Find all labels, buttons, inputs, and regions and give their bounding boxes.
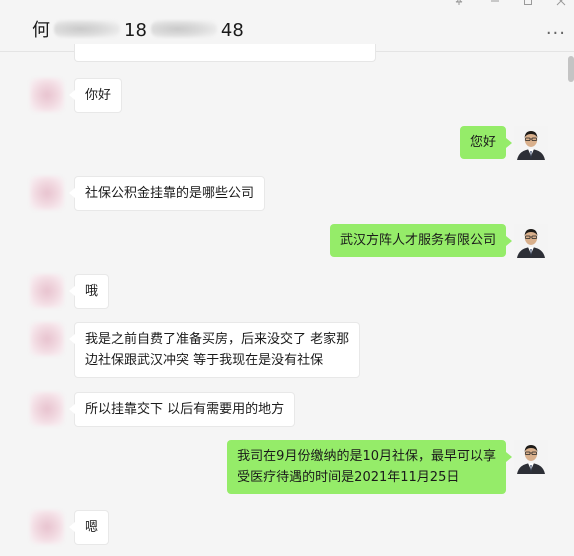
message-text-line: 边社保跟武汉冲突 等于我现在是没有社保: [85, 353, 324, 368]
contact-avatar[interactable]: [30, 274, 64, 308]
user-avatar[interactable]: [514, 126, 548, 160]
message-text: 所以挂靠交下 以后有需要用的地方: [85, 402, 285, 417]
incoming-message-bubble: 嗯: [68, 510, 110, 545]
user-avatar[interactable]: [514, 224, 548, 258]
message-text: 武汉方阵人才服务有限公司: [339, 233, 496, 248]
previous-message-bubble-partial: [74, 44, 376, 62]
contact-avatar[interactable]: [30, 322, 64, 356]
maximize-icon[interactable]: [523, 0, 533, 9]
message-text: 你好: [85, 88, 112, 103]
incoming-message-bubble: 我是之前自费了准备买房，后来没交了 老家那 边社保跟武汉冲突 等于我现在是没有社…: [68, 322, 361, 378]
message-text-line: 我是之前自费了准备买房，后来没交了 老家那: [85, 332, 350, 347]
redacted-phone-blur: [150, 20, 217, 38]
chat-title: 何 18 48: [32, 16, 244, 42]
chat-title-phone-start: 18: [124, 20, 147, 41]
incoming-message-bubble: 社保公积金挂靠的是哪些公司: [68, 176, 266, 211]
outgoing-message-bubble: 我司在9月份缴纳的是10月社保，最早可以享 受医疗待遇的时间是2021年11月2…: [227, 440, 512, 494]
message-text: 社保公积金挂靠的是哪些公司: [85, 186, 255, 201]
message-text: 哦: [85, 284, 99, 299]
message-text-line: 受医疗待遇的时间是2021年11月25日: [237, 470, 460, 485]
outgoing-message-bubble: 武汉方阵人才服务有限公司: [329, 224, 513, 257]
message-text: 嗯: [85, 520, 99, 535]
scrollbar-thumb[interactable]: [568, 56, 574, 82]
redacted-name-blur: [54, 20, 120, 38]
chat-title-prefix: 何: [32, 20, 50, 41]
contact-avatar[interactable]: [30, 78, 64, 112]
pin-icon[interactable]: [454, 0, 464, 9]
incoming-message-bubble: 你好: [68, 78, 123, 113]
contact-avatar[interactable]: [30, 392, 64, 426]
contact-avatar[interactable]: [30, 510, 64, 544]
contact-avatar[interactable]: [30, 176, 64, 210]
minimize-icon[interactable]: [490, 0, 500, 9]
incoming-message-bubble: 哦: [68, 274, 110, 309]
close-icon[interactable]: [556, 0, 566, 9]
message-text: 您好: [469, 135, 496, 150]
message-text-line: 我司在9月份缴纳的是10月社保，最早可以享: [237, 449, 496, 464]
user-avatar[interactable]: [514, 440, 548, 474]
chat-title-phone-end: 48: [220, 20, 244, 41]
outgoing-message-bubble: 您好: [459, 126, 513, 159]
more-options-button[interactable]: ...: [546, 20, 566, 38]
incoming-message-bubble: 所以挂靠交下 以后有需要用的地方: [68, 392, 296, 427]
